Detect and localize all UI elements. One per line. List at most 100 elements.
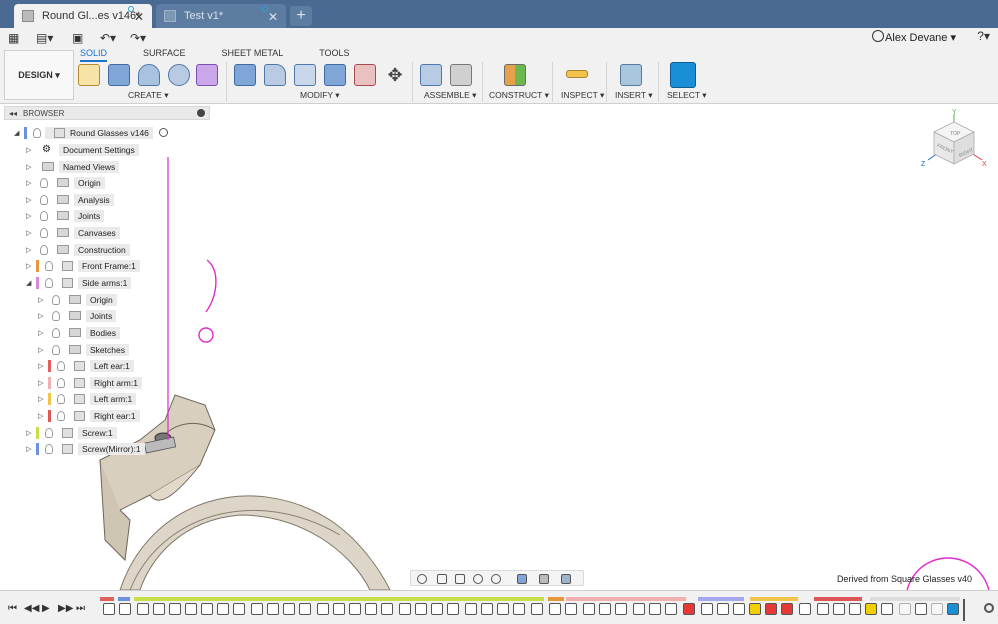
timeline-feature[interactable] xyxy=(119,603,131,615)
tab-surface[interactable]: SURFACE xyxy=(143,48,186,62)
model-canvas[interactable] xyxy=(0,120,998,590)
expand-arrow-icon[interactable]: ▷ xyxy=(38,412,48,420)
look-at-icon[interactable] xyxy=(437,574,447,584)
browser-item[interactable]: ▷ Left arm:1 xyxy=(38,391,137,406)
timeline-feature[interactable] xyxy=(833,603,845,615)
visibility-icon[interactable] xyxy=(57,410,65,421)
expand-arrow-icon[interactable]: ▷ xyxy=(38,395,48,403)
expand-arrow-icon[interactable]: ▷ xyxy=(38,346,48,354)
expand-arrow-icon[interactable]: ▷ xyxy=(26,429,36,437)
expand-arrow-icon[interactable]: ▷ xyxy=(38,329,48,337)
expand-arrow-icon[interactable]: ▷ xyxy=(26,179,36,187)
timeline-feature[interactable] xyxy=(649,603,661,615)
timeline-feature[interactable] xyxy=(733,603,745,615)
visibility-icon[interactable] xyxy=(40,177,48,188)
browser-item[interactable]: ▷ Screw(Mirror):1 xyxy=(26,441,145,456)
expand-arrow-icon[interactable]: ▷ xyxy=(26,445,36,453)
visibility-icon[interactable] xyxy=(45,277,53,288)
step-back-icon[interactable]: ◀◀ xyxy=(24,603,39,614)
timeline-feature[interactable] xyxy=(549,603,561,615)
browser-item[interactable]: ▷ Bodies xyxy=(38,325,120,340)
visibility-icon[interactable] xyxy=(40,227,48,238)
new-component-icon[interactable] xyxy=(420,64,442,86)
timeline-feature[interactable] xyxy=(881,603,893,615)
expand-arrow-icon[interactable]: ▷ xyxy=(38,296,48,304)
timeline-feature[interactable] xyxy=(399,603,411,615)
browser-header[interactable]: ◂◂ BROWSER xyxy=(4,106,210,120)
visibility-icon[interactable] xyxy=(52,294,60,305)
revolve-icon[interactable] xyxy=(138,64,160,86)
press-pull-icon[interactable] xyxy=(234,64,256,86)
browser-item[interactable]: ▷ Canvases xyxy=(26,225,120,240)
inspect-menu[interactable]: INSPECT ▾ xyxy=(561,90,604,101)
timeline-feature[interactable] xyxy=(583,603,595,615)
visibility-icon[interactable] xyxy=(45,443,53,454)
timeline-feature[interactable] xyxy=(349,603,361,615)
browser-item[interactable]: ▷ Origin xyxy=(38,292,117,307)
offset-plane-icon[interactable] xyxy=(504,64,526,86)
timeline-feature[interactable] xyxy=(513,603,525,615)
timeline-feature[interactable] xyxy=(299,603,311,615)
visibility-icon[interactable] xyxy=(57,360,65,371)
save-icon[interactable]: ▣ xyxy=(72,30,83,46)
expand-arrow-icon[interactable]: ▷ xyxy=(38,379,48,387)
timeline-feature-suppressed[interactable] xyxy=(931,603,943,615)
tab-sheet-metal[interactable]: SHEET METAL xyxy=(222,48,284,62)
timeline-feature[interactable] xyxy=(431,603,443,615)
visibility-icon[interactable] xyxy=(57,393,65,404)
document-tab[interactable]: Test v1* ✕ xyxy=(156,4,286,28)
timeline-feature[interactable] xyxy=(497,603,509,615)
visibility-icon[interactable] xyxy=(40,210,48,221)
assemble-menu[interactable]: ASSEMBLE ▾ xyxy=(424,90,476,101)
timeline-feature[interactable] xyxy=(201,603,213,615)
tab-tools[interactable]: TOOLS xyxy=(319,48,349,62)
hole-icon[interactable] xyxy=(168,64,190,86)
timeline-feature-suppressed[interactable] xyxy=(899,603,911,615)
undo-icon[interactable]: ↶▾ xyxy=(100,30,116,46)
timeline-feature[interactable] xyxy=(137,603,149,615)
measure-icon[interactable] xyxy=(566,70,588,78)
timeline-feature[interactable] xyxy=(799,603,811,615)
select-tool-icon[interactable] xyxy=(670,62,696,88)
expand-arrow-icon[interactable]: ▷ xyxy=(26,262,36,270)
visibility-icon[interactable] xyxy=(33,127,41,138)
expand-arrow-icon[interactable]: ▷ xyxy=(26,163,36,171)
visibility-icon[interactable] xyxy=(45,427,53,438)
play-icon[interactable]: ▶ xyxy=(42,603,50,614)
timeline-feature[interactable] xyxy=(283,603,295,615)
collapse-arrow-icon[interactable]: ◢ xyxy=(14,129,24,137)
insert-menu[interactable]: INSERT ▾ xyxy=(615,90,653,101)
browser-item[interactable]: ▷ Left ear:1 xyxy=(38,358,134,373)
visibility-icon[interactable] xyxy=(52,327,60,338)
split-body-icon[interactable] xyxy=(354,64,376,86)
timeline-feature[interactable] xyxy=(153,603,165,615)
select-menu[interactable]: SELECT ▾ xyxy=(667,90,707,101)
go-to-start-icon[interactable]: ⏮ xyxy=(8,603,17,614)
form-icon[interactable] xyxy=(196,64,218,86)
timeline-feature[interactable] xyxy=(665,603,677,615)
timeline-feature[interactable] xyxy=(599,603,611,615)
browser-item[interactable]: ◢ Side arms:1 xyxy=(26,275,132,290)
browser-item[interactable]: ▷ Right arm:1 xyxy=(38,375,142,390)
browser-item[interactable]: ▷ Joints xyxy=(38,308,117,323)
timeline-feature[interactable] xyxy=(103,603,115,615)
workspace-switcher[interactable]: DESIGN ▾ xyxy=(4,50,74,100)
timeline-feature[interactable] xyxy=(169,603,181,615)
tab-solid[interactable]: SOLID xyxy=(80,48,108,62)
browser-item[interactable]: ▷ ⚙ Document Settings xyxy=(26,142,139,157)
timeline-feature[interactable] xyxy=(849,603,861,615)
minimize-icon[interactable] xyxy=(197,109,205,117)
expand-arrow-icon[interactable]: ▷ xyxy=(38,362,48,370)
grid-snaps-icon[interactable] xyxy=(539,574,549,584)
timeline-feature[interactable] xyxy=(817,603,829,615)
timeline-feature[interactable] xyxy=(185,603,197,615)
timeline-feature[interactable] xyxy=(465,603,477,615)
expand-arrow-icon[interactable]: ▷ xyxy=(26,196,36,204)
orbit-icon[interactable] xyxy=(417,574,427,584)
timeline-feature[interactable] xyxy=(317,603,329,615)
grid-menu-icon[interactable]: ▦ xyxy=(8,30,19,46)
timeline-marker[interactable] xyxy=(963,599,965,621)
visibility-icon[interactable] xyxy=(40,244,48,255)
browser-item[interactable]: ▷ Origin xyxy=(26,175,105,190)
construct-menu[interactable]: CONSTRUCT ▾ xyxy=(489,90,549,101)
